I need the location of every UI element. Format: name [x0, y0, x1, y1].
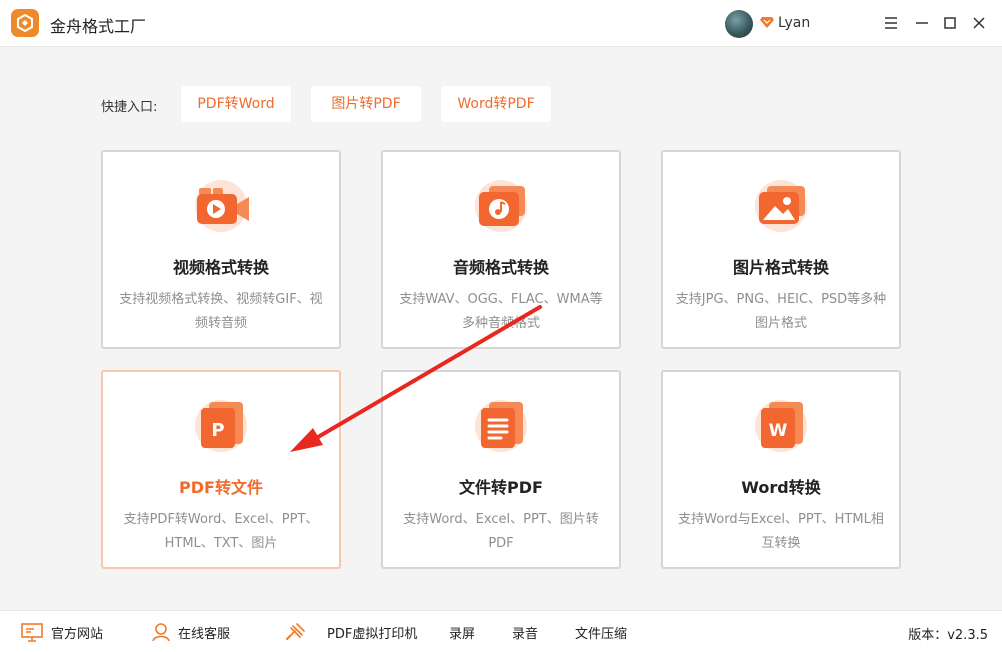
user-avatar[interactable]	[725, 10, 753, 38]
footer-item-label: 在线客服	[178, 626, 231, 642]
card-title: 图片格式转换	[732, 258, 829, 277]
footer-screen-record[interactable]: 录屏	[449, 611, 475, 652]
footer-audio-record[interactable]: 录音	[512, 611, 538, 652]
card-description: 支持PDF转Word、Excel、PPT、HTML、TXT、图片	[123, 512, 319, 551]
app-title: 金舟格式工厂	[50, 17, 147, 36]
footer-item-label: 录音	[512, 626, 539, 642]
card-file-to-pdf[interactable]: 文件转PDF 支持Word、Excel、PPT、图片转PDF	[381, 370, 621, 569]
card-description: 支持WAV、OGG、FLAC、WMA等多种音频格式	[399, 292, 603, 331]
card-audio-convert[interactable]: 音频格式转换 支持WAV、OGG、FLAC、WMA等多种音频格式	[381, 150, 621, 349]
version-label: 版本：v2.3.5	[908, 628, 988, 643]
pdf-p-icon: P	[195, 400, 247, 452]
username[interactable]: Lyan	[778, 15, 810, 31]
footer-file-compress[interactable]: 文件压缩	[575, 611, 627, 652]
quick-pdf-to-word-button[interactable]: PDF转Word	[181, 86, 291, 122]
user-service-icon	[152, 623, 170, 642]
app-logo-icon	[11, 9, 39, 37]
footer-item-label: PDF虚拟打印机	[327, 626, 418, 642]
monitor-icon	[21, 623, 43, 642]
quick-word-to-pdf-button[interactable]: Word转PDF	[441, 86, 551, 122]
card-description: 支持JPG、PNG、HEIC、PSD等多种图片格式	[675, 292, 887, 331]
quick-image-to-pdf-button[interactable]: 图片转PDF	[311, 86, 421, 122]
svg-text:W: W	[769, 421, 788, 441]
footer-official-site[interactable]: 官方网站	[20, 611, 103, 652]
image-icon	[755, 180, 807, 232]
word-w-icon: W	[755, 400, 807, 452]
footer-item-label: 官方网站	[51, 626, 104, 642]
card-title: 音频格式转换	[452, 258, 549, 277]
card-pdf-to-file[interactable]: P PDF转文件 支持PDF转Word、Excel、PPT、HTML、TXT、图…	[101, 370, 341, 569]
card-title: Word转换	[741, 478, 821, 497]
footer-bar: 官方网站 在线客服 PDF虚拟打印机 录屏 录音 文件压缩 版本：v2.3.5	[0, 610, 1002, 652]
plugin-icon	[286, 623, 305, 640]
maximize-icon[interactable]	[941, 14, 959, 32]
title-bar: 金舟格式工厂 Lyan	[0, 0, 1002, 47]
card-title: 文件转PDF	[459, 478, 543, 497]
close-icon[interactable]	[970, 14, 988, 32]
footer-item-label: 录屏	[449, 626, 476, 642]
footer-item-label: 文件压缩	[575, 626, 628, 642]
card-image-convert[interactable]: 图片格式转换 支持JPG、PNG、HEIC、PSD等多种图片格式	[661, 150, 901, 349]
card-title: PDF转文件	[179, 478, 263, 497]
music-note-icon	[475, 180, 527, 232]
footer-pdf-printer[interactable]: PDF虚拟打印机	[284, 611, 417, 652]
document-icon	[475, 400, 527, 452]
minimize-icon[interactable]	[913, 14, 931, 32]
card-description: 支持视频格式转换、视频转GIF、视频转音频	[119, 292, 323, 331]
card-video-convert[interactable]: 视频格式转换 支持视频格式转换、视频转GIF、视频转音频	[101, 150, 341, 349]
vip-diamond-icon	[760, 17, 774, 28]
card-description: 支持Word与Excel、PPT、HTML相互转换	[678, 512, 884, 551]
menu-icon[interactable]	[882, 14, 900, 32]
video-camera-icon	[195, 180, 249, 232]
svg-text:P: P	[211, 420, 224, 441]
card-word-convert[interactable]: W Word转换 支持Word与Excel、PPT、HTML相互转换	[661, 370, 901, 569]
quick-entry-label: 快捷入口:	[101, 100, 158, 115]
footer-online-service[interactable]: 在线客服	[151, 611, 230, 652]
card-description: 支持Word、Excel、PPT、图片转PDF	[403, 512, 599, 551]
card-title: 视频格式转换	[172, 258, 269, 277]
